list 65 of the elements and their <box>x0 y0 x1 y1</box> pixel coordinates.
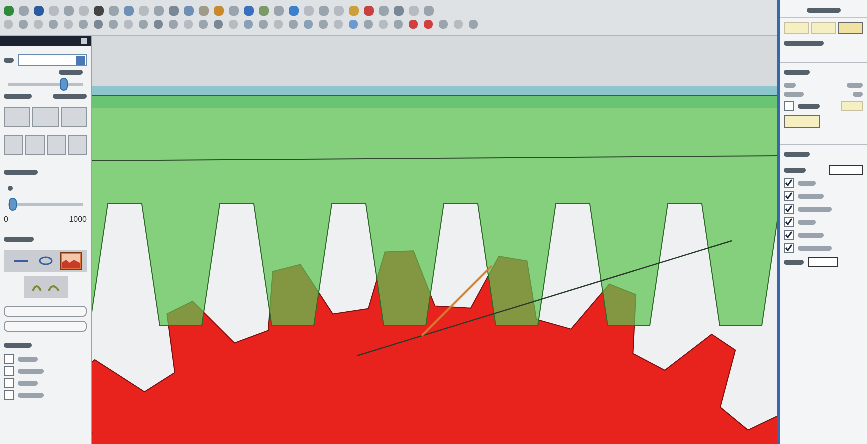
blurred-label <box>784 41 824 46</box>
checkbox[interactable] <box>784 204 794 214</box>
checkbox[interactable] <box>4 366 14 376</box>
wide-button[interactable] <box>4 321 87 332</box>
blurred-label <box>798 232 824 238</box>
blurred-label <box>8 186 13 191</box>
blurred-label <box>806 8 840 13</box>
blurred-label <box>784 152 810 157</box>
blurred-label <box>53 94 87 99</box>
blurred-label <box>4 343 32 348</box>
blurred-label <box>798 246 832 250</box>
blurred-label <box>784 70 810 75</box>
tool-button[interactable] <box>24 276 68 298</box>
checkbox[interactable] <box>784 101 794 111</box>
tool-button[interactable] <box>68 135 87 155</box>
blurred-label <box>853 92 863 97</box>
blurred-label <box>798 104 820 108</box>
dropdown[interactable] <box>829 165 863 175</box>
tab[interactable] <box>838 22 863 34</box>
slider-thumb[interactable] <box>9 198 18 211</box>
blurred-label <box>798 206 832 212</box>
checkbox[interactable] <box>784 217 794 227</box>
checkbox[interactable] <box>784 191 794 201</box>
checkbox[interactable] <box>784 243 794 253</box>
blurred-label <box>784 260 804 264</box>
dropdown[interactable] <box>808 257 838 267</box>
slider-thumb[interactable] <box>60 78 68 91</box>
tool-button[interactable] <box>46 135 66 155</box>
tool-button[interactable] <box>60 107 87 127</box>
blurred-label <box>18 392 44 398</box>
checkbox[interactable] <box>4 378 14 388</box>
tool-button[interactable] <box>4 107 30 127</box>
checkbox[interactable] <box>784 178 794 188</box>
tool-button[interactable] <box>25 135 44 155</box>
blurred-label <box>18 356 38 362</box>
gear-picture-icon <box>62 254 80 268</box>
blurred-label <box>784 83 796 88</box>
tool-button[interactable] <box>32 107 59 127</box>
blurred-label <box>784 92 804 97</box>
slider-track[interactable] <box>8 78 83 91</box>
checkbox[interactable] <box>4 354 14 364</box>
tool-button[interactable] <box>4 135 24 155</box>
blurred-label <box>4 170 38 175</box>
field-button[interactable] <box>841 101 863 111</box>
ring-icon <box>38 256 54 266</box>
blurred-label <box>4 58 14 62</box>
line-icon <box>12 258 28 264</box>
blurred-label <box>798 180 816 186</box>
apply-button[interactable] <box>784 115 820 128</box>
checkbox[interactable] <box>4 390 14 400</box>
blurred-label <box>784 168 806 172</box>
blurred-label <box>4 94 32 99</box>
blurred-label <box>18 380 38 386</box>
blurred-label <box>18 368 44 374</box>
blurred-label <box>798 194 824 198</box>
slider-track[interactable] <box>8 198 83 211</box>
blurred-label <box>4 237 34 242</box>
blurred-label <box>847 83 863 88</box>
mode-button[interactable] <box>60 252 82 270</box>
checkbox[interactable] <box>784 230 794 240</box>
blurred-label <box>59 70 83 75</box>
wide-button[interactable] <box>4 306 87 317</box>
slider-min-label: 0 <box>4 214 8 226</box>
slider-max-label: 1000 <box>69 214 87 226</box>
blurred-label <box>798 220 816 224</box>
